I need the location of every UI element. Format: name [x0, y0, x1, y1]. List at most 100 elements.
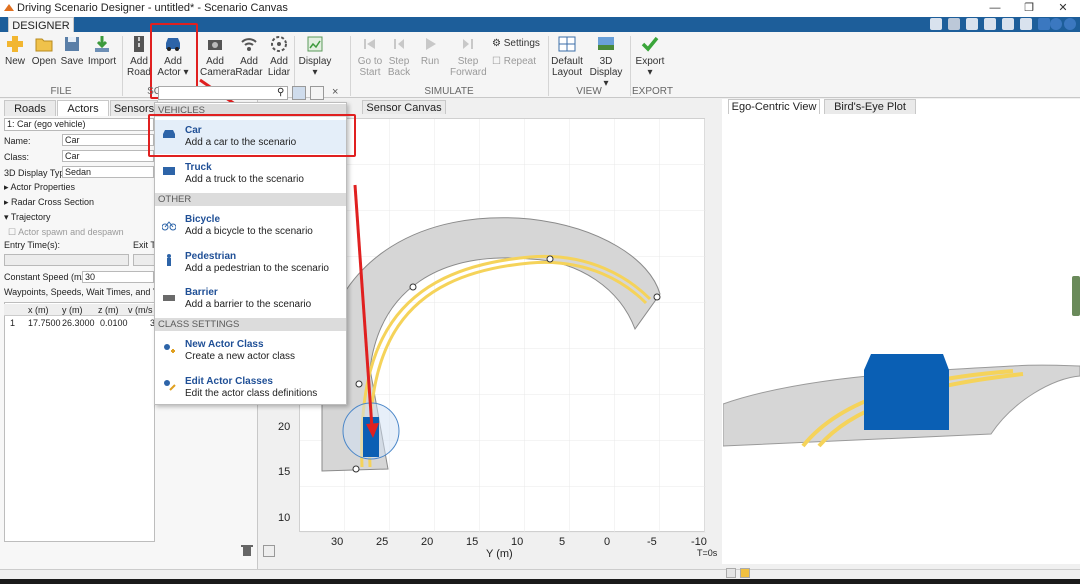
radar-icon — [241, 38, 257, 51]
sim-time: T=0s — [697, 548, 718, 558]
3d-display-button[interactable]: 3D Display ▾ — [586, 34, 626, 89]
save-disk-icon — [65, 37, 79, 51]
add-camera-button[interactable]: Add Camera — [200, 34, 236, 86]
section-simulate: SIMULATE — [424, 86, 474, 97]
list-view-icon[interactable] — [292, 86, 306, 100]
pedestrian-icon — [167, 254, 171, 266]
trash-icon[interactable] — [240, 544, 254, 557]
close-icon[interactable]: × — [332, 86, 338, 98]
actor-select[interactable]: 1: Car (ego vehicle) — [4, 118, 154, 131]
settings-button[interactable]: ⚙ Settings — [492, 38, 540, 49]
qat-undo-icon[interactable] — [1002, 18, 1014, 30]
run-play-icon — [426, 38, 436, 50]
collapse-icon[interactable] — [1064, 18, 1076, 30]
radar-cross-section-toggle[interactable]: ▸ Radar Cross Section — [4, 197, 94, 208]
add-lidar-button[interactable]: Add Lidar — [266, 34, 292, 86]
display-type-select[interactable]: Sedan — [62, 166, 154, 178]
new-class-icon — [164, 344, 175, 353]
add-radar-button[interactable]: Add Radar — [234, 34, 264, 86]
ribbon-divider — [122, 36, 123, 96]
go-to-start-button[interactable]: Go to Start — [355, 34, 385, 86]
x-tick: 15 — [466, 536, 479, 548]
name-field[interactable]: Car — [62, 134, 154, 146]
qat-paste-icon[interactable] — [984, 18, 996, 30]
x-tick: 30 — [331, 536, 344, 548]
trajectory-toggle[interactable]: ▾ Trajectory — [4, 212, 51, 223]
bicycle-icon — [162, 221, 176, 231]
save-button[interactable]: Save — [60, 34, 84, 86]
step-forward-button[interactable]: Step Forward — [450, 34, 487, 86]
repeat-checkbox[interactable]: ☐ Repeat — [492, 56, 536, 67]
status-play-icon[interactable] — [740, 568, 750, 578]
tab-designer[interactable]: DESIGNER — [8, 17, 74, 33]
new-button[interactable]: New — [2, 34, 28, 86]
table-cell-x[interactable]: 17.7500 — [28, 318, 61, 328]
name-label: Name: — [4, 136, 31, 146]
minimize-button[interactable]: — — [978, 0, 1012, 17]
tab-roads[interactable]: Roads — [4, 100, 56, 116]
table-cell-z[interactable]: 0.0100 — [100, 318, 128, 328]
menu-item-edit-actor-classes-title: Edit Actor Classes — [185, 376, 273, 387]
actor-properties-toggle[interactable]: ▸ Actor Properties — [4, 182, 75, 193]
camera-icon — [208, 40, 222, 50]
zoom-reset-icon[interactable] — [263, 545, 275, 557]
table-cell-y[interactable]: 26.3000 — [62, 318, 95, 328]
add-road-button[interactable]: Add Road — [126, 34, 152, 86]
import-button[interactable]: Import — [86, 34, 118, 86]
spawn-despawn-checkbox[interactable]: ☐ Actor spawn and despawn — [8, 227, 124, 238]
menu-item-truck-title: Truck — [185, 162, 212, 173]
section-class-settings: CLASS SETTINGS — [155, 318, 346, 331]
tab-actors[interactable]: Actors — [57, 100, 109, 116]
class-select[interactable]: Car — [62, 150, 154, 162]
qat-redo-icon[interactable] — [1020, 18, 1032, 30]
qat-save-icon[interactable] — [930, 18, 942, 30]
step-back-button[interactable]: Step Back — [386, 34, 412, 86]
menu-item-pedestrian-desc: Add a pedestrian to the scenario — [185, 263, 329, 274]
road-icon — [134, 36, 144, 52]
qat-layout-icon[interactable] — [1038, 18, 1050, 30]
close-button[interactable]: ✕ — [1046, 0, 1080, 17]
x-tick: 0 — [604, 536, 611, 548]
y-tick-20: 20 — [278, 421, 291, 433]
layout-grid-icon — [558, 36, 576, 52]
x-tick: 10 — [511, 536, 524, 548]
entry-time-field[interactable] — [4, 254, 129, 266]
menu-item-truck-desc: Add a truck to the scenario — [185, 174, 304, 185]
menu-search-input[interactable] — [158, 86, 288, 100]
qat-cut-icon[interactable] — [948, 18, 960, 30]
gear-icon: ⚙ — [492, 38, 504, 49]
ribbon-divider — [350, 36, 351, 96]
qat-copy-icon[interactable] — [966, 18, 978, 30]
open-button[interactable]: Open — [30, 34, 58, 86]
highlight-car-item — [148, 114, 356, 157]
help-icon[interactable] — [1050, 18, 1062, 30]
ribbon-divider — [548, 36, 549, 96]
menu-item-new-actor-class-title: New Actor Class — [185, 339, 264, 350]
menu-item-pedestrian-title: Pedestrian — [185, 251, 237, 262]
tab-ego-centric-view[interactable]: Ego-Centric View — [728, 99, 820, 114]
y-tick-15: 15 — [278, 466, 291, 478]
status-icon[interactable] — [726, 568, 736, 578]
constant-speed-field[interactable]: 30 — [82, 271, 154, 283]
barrier-icon — [163, 295, 175, 301]
title-bar: Driving Scenario Designer - untitled* - … — [0, 0, 1080, 17]
maximize-button[interactable]: ❐ — [1012, 0, 1046, 17]
entry-time-label: Entry Time(s): — [4, 240, 61, 250]
scenario-plot[interactable] — [299, 118, 706, 533]
export-button[interactable]: Export ▾ — [634, 34, 666, 86]
grid-view-icon[interactable] — [310, 86, 324, 100]
search-icon: ⚲ — [277, 87, 285, 98]
run-button[interactable]: Run — [418, 34, 442, 86]
checkmark-icon — [641, 36, 659, 52]
display-button[interactable]: Display ▾ — [297, 34, 333, 86]
table-header-v: v (m/s — [128, 305, 153, 315]
exit-time-field[interactable] — [133, 254, 155, 266]
tab-sensor-canvas[interactable]: Sensor Canvas — [362, 100, 446, 114]
default-layout-button[interactable]: Default Layout — [551, 34, 583, 86]
section-view: VIEW — [576, 86, 602, 97]
tab-birds-eye-plot[interactable]: Bird's-Eye Plot — [824, 99, 916, 114]
exit-time-label: Exit T — [133, 240, 156, 250]
x-tick: -5 — [647, 536, 657, 548]
lidar-icon — [271, 36, 287, 52]
side-handle[interactable] — [1072, 276, 1080, 316]
